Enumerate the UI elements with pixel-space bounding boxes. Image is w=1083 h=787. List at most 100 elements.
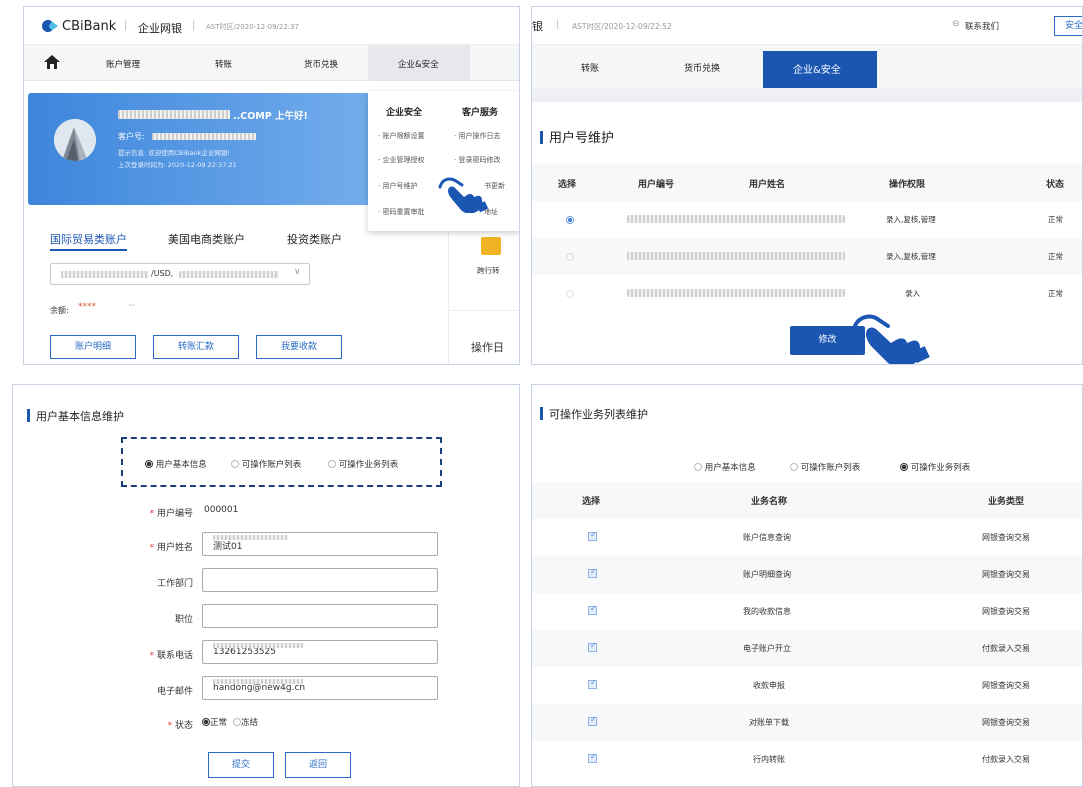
menu-login-password-label: 登录密码修改 xyxy=(458,156,501,164)
radio-business-list-label: 可操作业务列表 xyxy=(338,460,399,470)
row-checkbox[interactable] xyxy=(588,752,597,763)
tab-invest[interactable]: 投资类账户 xyxy=(287,231,342,247)
panel-dashboard: CBiBank | 企业网银 | AST时区/2020-12-09/22:37 … xyxy=(23,6,520,365)
radio-business-list[interactable]: 可操作业务列表 xyxy=(900,461,970,473)
user-info-masked xyxy=(627,252,845,260)
table-row[interactable]: 电子账户开立 付款录入交易 xyxy=(532,630,1082,667)
department-input[interactable] xyxy=(202,568,438,592)
row-radio[interactable] xyxy=(566,290,574,298)
row-status: 正常 xyxy=(1048,252,1063,261)
table-row[interactable]: 录入,复核,管理 正常 xyxy=(532,238,1082,275)
row-business-type: 付款录入交易 xyxy=(982,644,1030,653)
menu-password-reset[interactable]: · 密码重置审批 xyxy=(378,207,424,217)
page-title: 可操作业务列表维护 xyxy=(540,406,648,422)
table-row[interactable]: 我的收款信息 网银查询交易 xyxy=(532,593,1082,630)
radio-account-list[interactable]: 可操作账户列表 xyxy=(790,461,860,473)
row-business-name: 对账单下载 xyxy=(749,718,789,727)
menu-operation-log[interactable]: · 用户操作日志 xyxy=(454,131,500,141)
menu-admin-auth-label: 企业管理授权 xyxy=(382,156,425,164)
row-business-type: 网银查询交易 xyxy=(982,681,1030,690)
submit-button[interactable]: 提交 xyxy=(208,752,274,778)
row-checkbox[interactable] xyxy=(588,678,597,689)
customer-no-masked xyxy=(152,133,256,140)
position-input[interactable] xyxy=(202,604,438,628)
back-button[interactable]: 返回 xyxy=(285,752,351,778)
chevron-down-icon: ∨ xyxy=(294,267,301,277)
balance-value: **** xyxy=(78,302,96,312)
row-checkbox[interactable] xyxy=(588,604,597,615)
menu-login-password[interactable]: · 登录密码修改 xyxy=(454,155,500,165)
menu-admin-auth[interactable]: · 企业管理授权 xyxy=(378,155,424,165)
col-status: 状态 xyxy=(1046,180,1065,190)
nav-account[interactable]: 账户管理 xyxy=(106,58,140,70)
tab-us-ecom[interactable]: 美国电商类账户 xyxy=(168,231,245,247)
menu-limit-setting[interactable]: · 账户限额设置 xyxy=(378,131,424,141)
nav-security-active[interactable]: 企业&安全 xyxy=(368,45,470,80)
user-info-masked xyxy=(627,215,845,223)
tab-intl-trade[interactable]: 国际贸易类账户 xyxy=(50,231,127,247)
table-row[interactable]: 收款申报 网银查询交易 xyxy=(532,667,1082,704)
divider xyxy=(449,310,519,311)
account-name-masked xyxy=(179,271,279,278)
menu-password-reset-label: 密码重置审批 xyxy=(382,208,425,216)
row-checkbox[interactable] xyxy=(588,715,597,726)
transfer-button[interactable]: 转账汇款 xyxy=(153,335,239,359)
row-radio[interactable] xyxy=(566,253,574,261)
row-radio[interactable] xyxy=(566,216,574,224)
contact-link[interactable]: 联系我们 xyxy=(965,20,999,32)
row-business-name: 收款申报 xyxy=(753,681,785,690)
radio-business-list[interactable]: 可操作业务列表 xyxy=(328,458,398,470)
status-label-text: 状态 xyxy=(174,721,193,731)
page-title: 用户号维护 xyxy=(540,127,614,146)
home-icon[interactable] xyxy=(43,54,61,70)
row-checkbox[interactable] xyxy=(588,641,597,652)
nav-transfer[interactable]: 转账 xyxy=(215,58,232,70)
eye-closed-icon[interactable]: ˘˘ xyxy=(128,304,142,312)
radio-basic-info[interactable]: 用户基本信息 xyxy=(145,458,207,470)
table-row[interactable]: 录入,复核,管理 正常 xyxy=(532,201,1082,238)
col-permission: 操作权限 xyxy=(889,180,926,190)
email-input[interactable]: handong@new4g.cn xyxy=(202,676,438,700)
table-row[interactable]: 录入 正常 xyxy=(532,275,1082,312)
nav-security-active[interactable]: 企业&安全 xyxy=(763,51,877,88)
receive-button[interactable]: 我要收款 xyxy=(256,335,342,359)
nav-exchange[interactable]: 货币兑换 xyxy=(684,61,720,74)
user-name-input[interactable]: 测试01 xyxy=(202,532,438,556)
masked-overlay xyxy=(213,679,303,684)
operation-log-title: 操作日 xyxy=(471,341,504,354)
radio-icon xyxy=(328,460,336,468)
nav-exchange[interactable]: 货币兑换 xyxy=(304,58,338,70)
row-business-type: 网银查询交易 xyxy=(982,570,1030,579)
security-dropdown: 企业安全 客户服务 · 账户限额设置 · 企业管理授权 · 用户号维护 · 密码… xyxy=(368,91,519,231)
menu-user-maintenance[interactable]: · 用户号维护 xyxy=(378,181,417,191)
radio-account-list-label: 可操作账户列表 xyxy=(241,460,302,470)
main-nav: 转账 货币兑换 企业&安全 xyxy=(532,45,1082,88)
folder-icon[interactable] xyxy=(481,237,501,255)
account-select[interactable]: /USD, ∨ xyxy=(50,263,310,285)
status-frozen-radio[interactable]: 冻结 xyxy=(233,716,258,728)
radio-basic-info[interactable]: 用户基本信息 xyxy=(694,461,756,473)
security-button[interactable]: 安全 xyxy=(1054,16,1082,36)
cross-bank-label[interactable]: 跨行转 xyxy=(477,265,500,276)
status-normal-radio[interactable]: 正常 xyxy=(202,716,227,728)
nav-transfer[interactable]: 转账 xyxy=(581,61,599,74)
phone-label: * 联系电话 xyxy=(149,651,193,661)
phone-input[interactable]: 13261253525 xyxy=(202,640,438,664)
phone-value: 13261253525 xyxy=(213,647,276,657)
radio-account-list[interactable]: 可操作账户列表 xyxy=(231,458,301,470)
user-name-label-text: 用户姓名 xyxy=(156,543,193,553)
account-detail-button[interactable]: 账户明细 xyxy=(50,335,136,359)
user-id-value: 000001 xyxy=(204,505,239,515)
row-business-type: 网银查询交易 xyxy=(982,607,1030,616)
nav-security-label: 企业&安全 xyxy=(793,65,841,76)
table-row[interactable]: 行内转账 付款录入交易 xyxy=(532,741,1082,778)
table-row[interactable]: 账户明细查询 网银查询交易 xyxy=(532,556,1082,593)
row-checkbox[interactable] xyxy=(588,567,597,578)
separator: | xyxy=(124,20,128,31)
separator: | xyxy=(192,20,196,31)
row-checkbox[interactable] xyxy=(588,530,597,541)
table-row[interactable]: 对账单下载 网银查询交易 xyxy=(532,704,1082,741)
brand-name: CBiBank xyxy=(62,19,117,34)
masked-overlay xyxy=(213,535,288,540)
table-row[interactable]: 账户信息查询 网银查询交易 xyxy=(532,519,1082,556)
